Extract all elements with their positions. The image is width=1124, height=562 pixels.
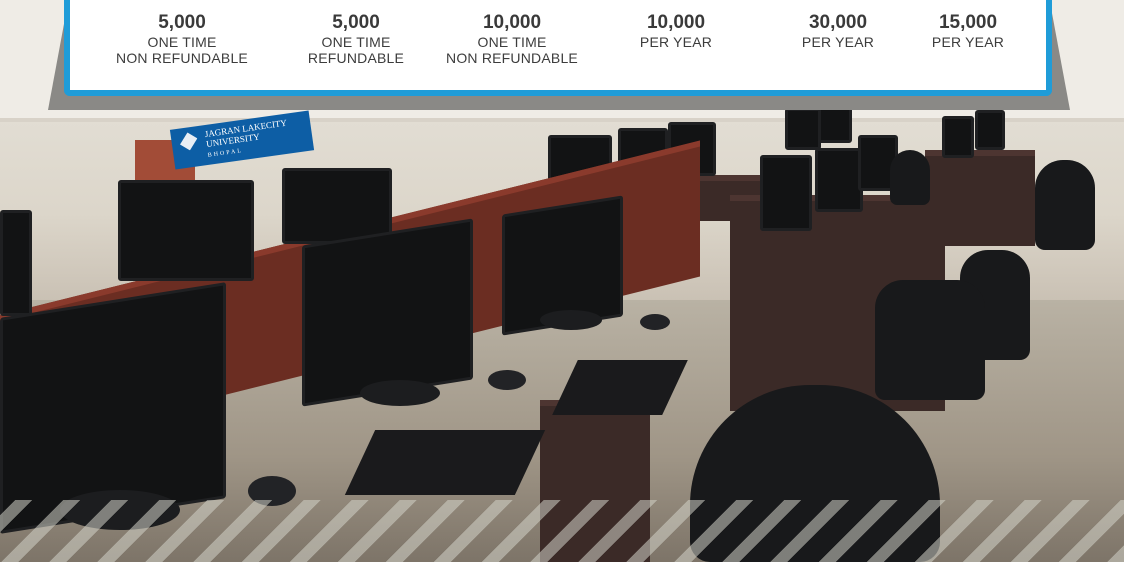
fee-item: 10,000 PER YEAR	[626, 12, 726, 50]
fee-item: 10,000 ONE TIME NON REFUNDABLE	[428, 12, 596, 66]
fee-amount: 30,000	[808, 12, 868, 33]
fee-item: 15,000 PER YEAR	[918, 12, 1018, 50]
mouse	[640, 314, 670, 330]
fee-item: 30,000 PER YEAR	[788, 12, 888, 50]
chair	[890, 150, 930, 205]
fee-term: ONE TIME	[147, 34, 217, 50]
fee-card: 5,000 ONE TIME NON REFUNDABLE 5,000 ONE …	[64, 0, 1052, 96]
monitor	[118, 180, 254, 281]
university-logo-icon	[179, 131, 199, 151]
fee-amount: 10,000	[646, 12, 706, 33]
fee-amount: 5,000	[158, 12, 206, 33]
monitor-stand	[360, 380, 440, 406]
desk	[925, 150, 1035, 246]
fee-refund-type: NON REFUNDABLE	[446, 50, 578, 66]
fee-refund-type: REFUNDABLE	[307, 50, 405, 66]
monitor	[785, 108, 821, 150]
fee-item: 5,000 ONE TIME NON REFUNDABLE	[100, 12, 264, 66]
monitor	[302, 218, 473, 407]
monitor	[975, 110, 1005, 150]
monitor	[942, 116, 974, 158]
fee-term: PER YEAR	[931, 34, 1005, 50]
diagonal-stripe-band	[0, 500, 1124, 562]
fee-refund-type: NON REFUNDABLE	[116, 50, 248, 66]
fee-term: PER YEAR	[801, 34, 875, 50]
fee-amount: 10,000	[482, 12, 542, 33]
chair	[875, 280, 985, 400]
fee-amount: 5,000	[332, 12, 380, 33]
mouse	[488, 370, 526, 390]
keyboard	[344, 430, 546, 495]
monitor-stand	[540, 310, 602, 330]
chair	[1035, 160, 1095, 250]
fee-term: ONE TIME	[477, 34, 547, 50]
monitor	[0, 210, 32, 316]
fee-term: PER YEAR	[639, 34, 713, 50]
fee-term: ONE TIME	[321, 34, 391, 50]
fee-amount: 15,000	[938, 12, 998, 33]
monitor	[282, 168, 392, 244]
monitor	[815, 148, 863, 212]
fee-item: 5,000 ONE TIME REFUNDABLE	[296, 12, 416, 66]
monitor	[760, 155, 812, 231]
podium-sign-line3: BHOPAL	[207, 147, 244, 159]
